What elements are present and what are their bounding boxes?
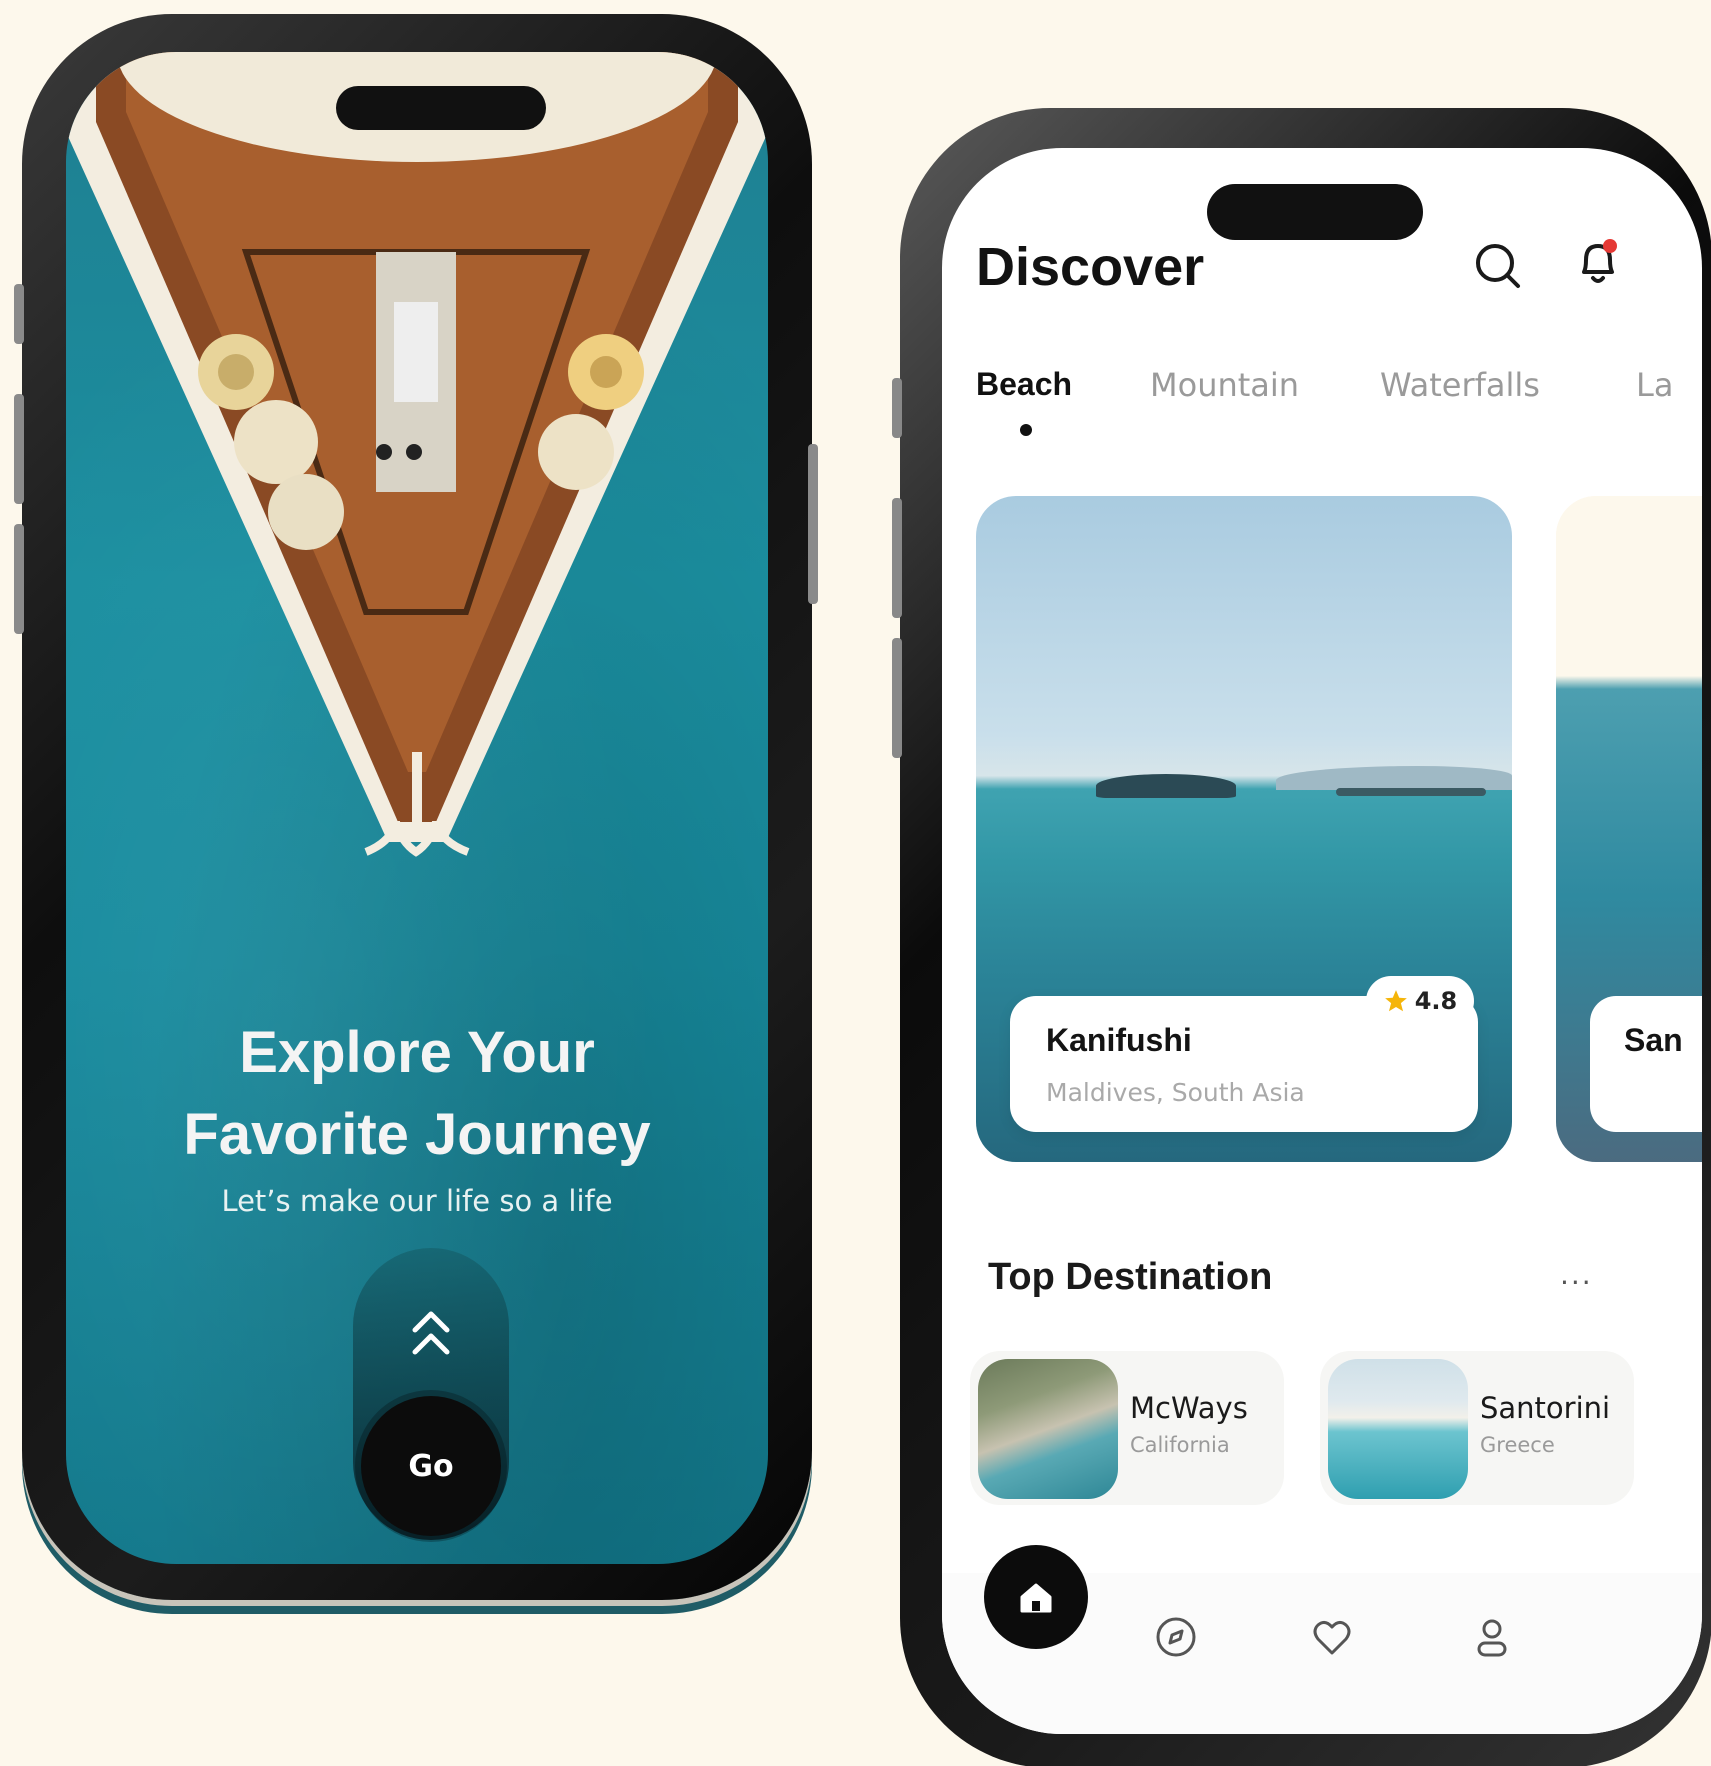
hero-title-line-1: Explore Your — [239, 1020, 595, 1085]
rating-value: 4.8 — [1414, 987, 1458, 1015]
star-icon — [1384, 990, 1407, 1012]
tab-lake[interactable]: La — [1636, 366, 1673, 404]
double-chevron-up-icon — [412, 1311, 450, 1355]
discover-screen: Discover Beach Mountain Waterfalls La 4.… — [942, 148, 1702, 1734]
home-icon — [1020, 1583, 1052, 1613]
destination-item-mcways[interactable]: McWays California — [970, 1351, 1284, 1505]
welcome-screen: Explore Your Favorite Journey Let’s make… — [66, 52, 768, 1564]
notification-bell-icon[interactable] — [1568, 232, 1628, 292]
discover-phone: Discover Beach Mountain Waterfalls La 4.… — [892, 108, 1711, 1766]
rating-badge: 4.8 — [1366, 976, 1474, 1026]
destination-item-santorini[interactable]: Santorini Greece — [1320, 1351, 1634, 1505]
nav-home-button[interactable] — [984, 1545, 1088, 1649]
hero-title: Explore Your Favorite Journey — [66, 1012, 768, 1176]
card-sky — [1556, 496, 1702, 666]
featured-name: San — [1624, 1022, 1683, 1058]
notification-badge — [1603, 239, 1617, 253]
hero-subtitle: Let’s make our life so a life — [221, 1184, 613, 1218]
volume-up-button — [892, 498, 902, 618]
silent-switch — [14, 284, 24, 344]
more-options-icon[interactable]: ... — [1560, 1258, 1593, 1291]
silent-switch — [892, 378, 902, 438]
destination-thumbnail — [978, 1359, 1118, 1499]
go-button[interactable]: Go — [361, 1396, 501, 1536]
heart-icon[interactable] — [1308, 1613, 1356, 1661]
active-tab-indicator — [1020, 424, 1032, 436]
featured-location: Maldives, South Asia — [1046, 1078, 1305, 1107]
swipe-up-slider[interactable]: Go — [353, 1248, 509, 1540]
destination-region: California — [1130, 1433, 1230, 1457]
category-tabs: Beach Mountain Waterfalls La — [976, 366, 1702, 446]
dynamic-island — [336, 86, 546, 130]
featured-card-santorini[interactable]: San — [1556, 496, 1702, 1162]
boat-deck-image — [66, 52, 768, 857]
power-button — [808, 444, 818, 604]
profile-icon[interactable] — [1468, 1613, 1516, 1661]
compass-icon[interactable] — [1152, 1613, 1200, 1661]
volume-up-button — [14, 394, 24, 504]
volume-down-button — [892, 638, 902, 758]
search-icon[interactable] — [1470, 238, 1526, 294]
featured-card-kanifushi[interactable]: 4.8 Kanifushi Maldives, South Asia — [976, 496, 1512, 1162]
hero-title-line-2: Favorite Journey — [183, 1102, 651, 1167]
welcome-phone: Explore Your Favorite Journey Let’s make… — [14, 14, 818, 1600]
distant-hills — [1276, 766, 1512, 790]
featured-card-info: 4.8 Kanifushi Maldives, South Asia — [1010, 976, 1478, 1132]
destination-region: Greece — [1480, 1433, 1555, 1457]
featured-name: Kanifushi — [1046, 1022, 1192, 1058]
destination-thumbnail — [1328, 1359, 1468, 1499]
destination-name: McWays — [1130, 1391, 1248, 1425]
page-title: Discover — [976, 237, 1205, 297]
dynamic-island — [1207, 184, 1423, 240]
section-title: Top Destination — [988, 1256, 1273, 1298]
bottom-navigation — [942, 1545, 1702, 1734]
volume-down-button — [14, 524, 24, 634]
island-shape — [1336, 788, 1486, 796]
tab-waterfalls[interactable]: Waterfalls — [1380, 366, 1540, 404]
tab-mountain[interactable]: Mountain — [1150, 366, 1299, 404]
featured-card-info: San — [1590, 996, 1702, 1132]
destination-name: Santorini — [1480, 1391, 1611, 1425]
island-shape — [1096, 774, 1236, 798]
tab-beach[interactable]: Beach — [976, 366, 1072, 403]
